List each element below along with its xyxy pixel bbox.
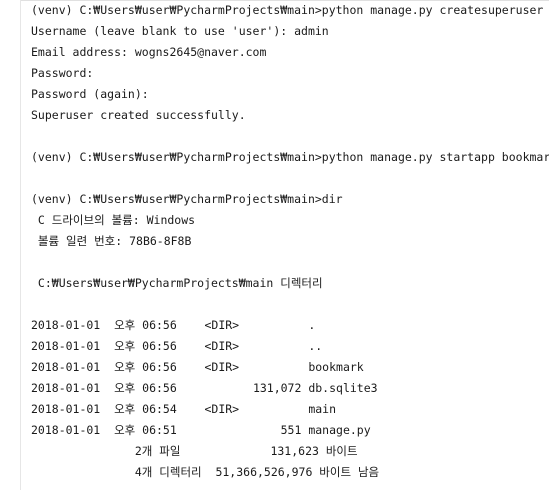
console-line: 2018-01-01 오후 06:51 551 manage.py (31, 423, 371, 437)
console-line: 2018-01-01 오후 06:56 <DIR> . (31, 318, 316, 332)
console-line: (venv) C:₩Users₩user₩PycharmProjects₩mai… (31, 150, 549, 164)
console-line: Password (again): (31, 87, 149, 101)
console-line: 2018-01-01 오후 06:56 <DIR> .. (31, 339, 323, 353)
console-line: 2개 파일 131,623 바이트 (31, 444, 358, 458)
console-line: Email address: wogns2645@naver.com (31, 45, 267, 59)
console-line: Superuser created successfully. (31, 108, 246, 122)
console-window: (venv) C:₩Users₩user₩PycharmProjects₩mai… (0, 0, 549, 490)
console-left-border (20, 0, 21, 490)
console-line: C 드라이브의 볼륨: Windows (31, 213, 196, 227)
console-line: 2018-01-01 오후 06:56 131,072 db.sqlite3 (31, 381, 378, 395)
console-line: 볼륨 일련 번호: 78B6-8F8B (31, 234, 192, 248)
console-line: (venv) C:₩Users₩user₩PycharmProjects₩mai… (31, 192, 343, 206)
console-line: Password: (31, 66, 94, 80)
console-line: 4개 디렉터리 51,366,526,976 바이트 남음 (31, 465, 380, 479)
console-line: 2018-01-01 오후 06:56 <DIR> bookmark (31, 360, 364, 374)
console-line: C:₩Users₩user₩PycharmProjects₩main 디렉터리 (31, 276, 323, 290)
console-line: 2018-01-01 오후 06:54 <DIR> main (31, 402, 337, 416)
console-line: (venv) C:₩Users₩user₩PycharmProjects₩mai… (31, 3, 544, 17)
console-line: Username (leave blank to use 'user'): ad… (31, 24, 329, 38)
